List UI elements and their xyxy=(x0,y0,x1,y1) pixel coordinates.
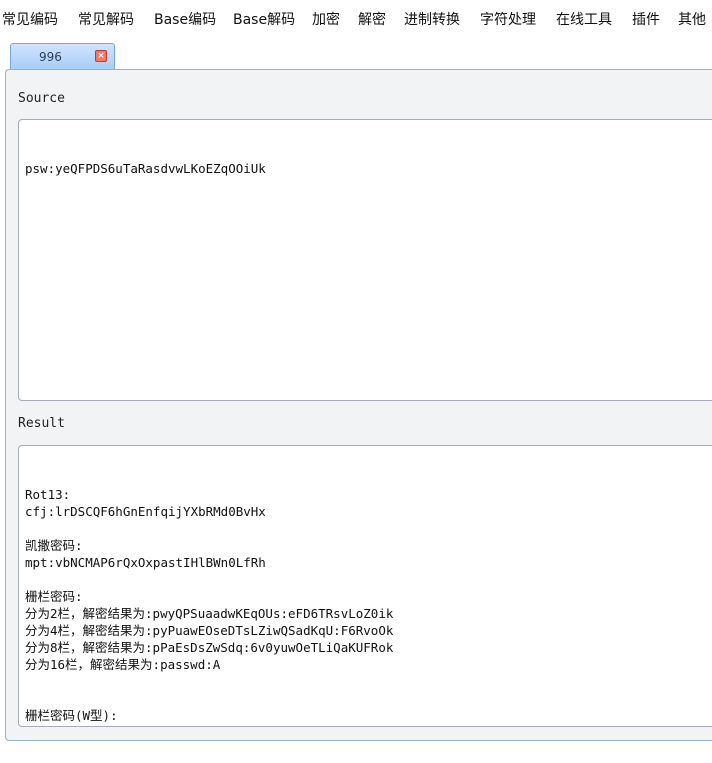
tab-996[interactable]: 996 × xyxy=(10,43,115,69)
close-icon[interactable]: × xyxy=(95,50,107,62)
menu-bar: 常见编码 常见解码 Base编码 Base解码 加密 解密 进制转换 字符处理 … xyxy=(0,0,712,38)
source-text: psw:yeQFPDS6uTaRasdvwLKoEZqOOiUk xyxy=(25,161,266,176)
window-bottom-edge xyxy=(0,741,712,763)
menu-base-conversion[interactable]: 进制转换 xyxy=(404,11,460,29)
result-text: Rot13: cfj:lrDSCQF6hGnEnfqijYXbRMd0BvHx … xyxy=(25,487,394,726)
tab-label: 996 xyxy=(39,50,62,64)
menu-decrypt[interactable]: 解密 xyxy=(358,11,386,29)
menu-plugins[interactable]: 插件 xyxy=(632,11,660,29)
menu-common-encode[interactable]: 常见编码 xyxy=(2,11,58,29)
main-panel: Source psw:yeQFPDS6uTaRasdvwLKoEZqOOiUk … xyxy=(5,69,712,741)
result-label: Result xyxy=(18,416,65,431)
menu-online-tools[interactable]: 在线工具 xyxy=(556,11,612,29)
menu-encrypt[interactable]: 加密 xyxy=(312,11,340,29)
menu-string-processing[interactable]: 字符处理 xyxy=(480,11,536,29)
menu-common-decode[interactable]: 常见解码 xyxy=(78,11,134,29)
menu-other[interactable]: 其他 xyxy=(678,11,706,29)
menu-base-encode[interactable]: Base编码 xyxy=(154,11,216,29)
tab-strip: 996 × xyxy=(0,38,712,70)
source-textarea[interactable]: psw:yeQFPDS6uTaRasdvwLKoEZqOOiUk xyxy=(18,119,712,401)
source-label: Source xyxy=(18,91,65,106)
menu-base-decode[interactable]: Base解码 xyxy=(233,11,295,29)
result-textarea[interactable]: Rot13: cfj:lrDSCQF6hGnEnfqijYXbRMd0BvHx … xyxy=(18,445,712,727)
